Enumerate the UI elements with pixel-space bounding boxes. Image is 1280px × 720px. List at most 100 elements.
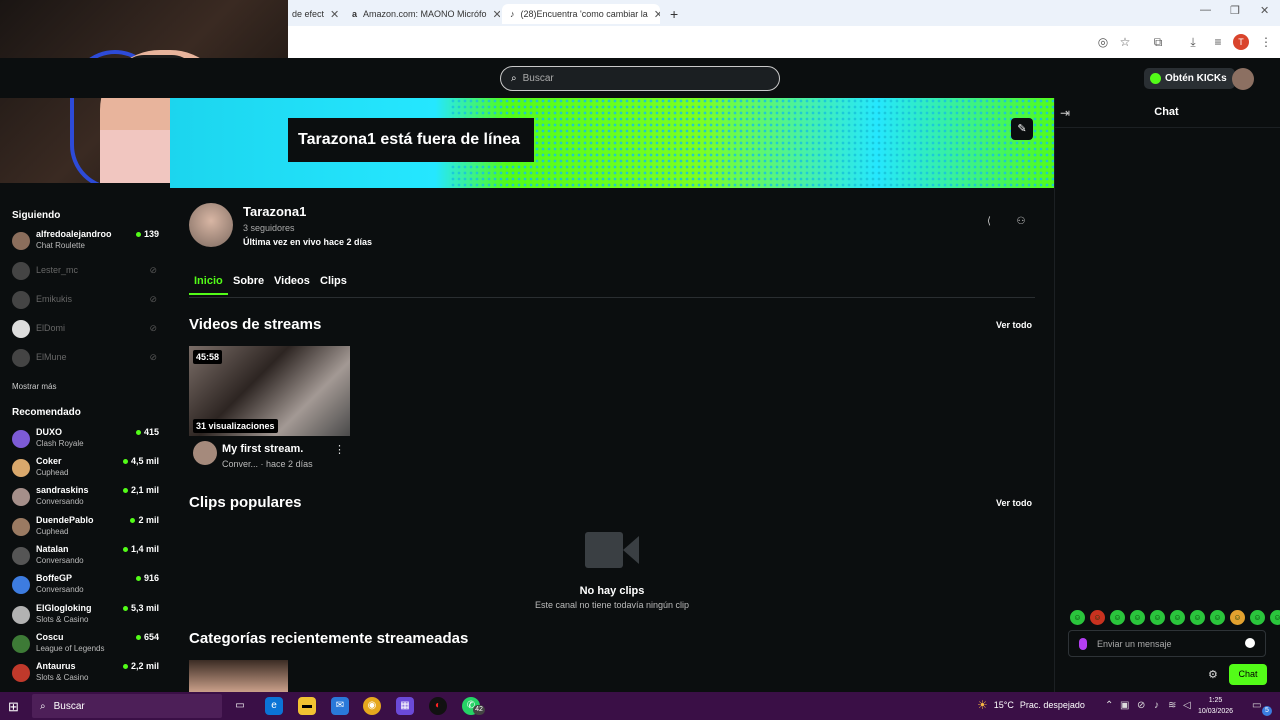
close-icon[interactable]: ✕ <box>654 8 660 21</box>
user-avatar[interactable] <box>1232 68 1254 90</box>
emote-bar: ☺ ☺ ☺ ☺ ☺ ☺ ☺ ☺ ☺ ☺ ☺ <box>1070 610 1280 625</box>
video-title[interactable]: My first stream. <box>222 443 303 455</box>
avatar <box>12 635 30 653</box>
sidebar-item-alfredoalejandroo[interactable]: alfredoalejandroo Chat Roulette 139 <box>12 229 162 255</box>
emote-icon[interactable]: ☺ <box>1130 610 1145 625</box>
viewer-count: 1,4 mil <box>123 544 159 554</box>
channel-name: BoffeGP <box>36 573 72 583</box>
collapse-chat-icon[interactable]: ⇥ <box>1060 106 1070 120</box>
tab-videos[interactable]: Videos <box>269 275 315 293</box>
microphone-icon[interactable] <box>1079 637 1087 650</box>
more-options-icon[interactable]: ⋮ <box>334 443 345 456</box>
clock[interactable]: 1:25 10/03/2026 <box>1198 695 1233 717</box>
star-icon[interactable]: ☆ <box>1117 34 1133 50</box>
kicks-icon <box>1150 73 1161 84</box>
wifi-icon[interactable]: ≋ <box>1168 700 1176 711</box>
chrome-icon[interactable]: ◉ <box>363 697 381 715</box>
obs-icon[interactable]: ◐ <box>429 697 447 715</box>
emoji-icon[interactable] <box>1245 638 1255 648</box>
volume-icon[interactable]: ◁ <box>1183 700 1191 711</box>
emote-icon[interactable]: ☺ <box>1070 610 1085 625</box>
tab-sobre[interactable]: Sobre <box>228 275 269 293</box>
video-time: · hace 2 días <box>260 459 313 469</box>
search-input[interactable]: ⌕ Buscar <box>500 66 780 91</box>
sidebar-item-antaurus[interactable]: Antaurus Slots & Casino 2,2 mil <box>12 661 162 687</box>
new-tab-button[interactable]: + <box>662 4 686 24</box>
video-category[interactable]: Conver... <box>222 459 258 469</box>
profile-avatar-icon[interactable]: T <box>1233 34 1249 50</box>
channel-category: Slots & Casino <box>36 673 89 682</box>
show-more-link[interactable]: Mostrar más <box>12 382 56 391</box>
close-icon[interactable]: ✕ <box>493 8 500 21</box>
sidebar-item-eldomi[interactable]: ElDomi ⊘ <box>12 317 162 343</box>
chevron-up-icon[interactable]: ⌃ <box>1105 700 1113 711</box>
file-explorer-icon[interactable]: ▬ <box>298 697 316 715</box>
edit-banner-button[interactable]: ✎ <box>1011 118 1033 140</box>
minimize-icon[interactable]: — <box>1200 4 1211 16</box>
task-view-icon[interactable]: ▭ <box>231 697 249 715</box>
get-kicks-button[interactable]: Obtén KICKs <box>1144 68 1235 89</box>
close-icon[interactable]: ✕ <box>330 8 339 21</box>
see-all-streams-link[interactable]: Ver todo <box>996 320 1032 330</box>
emote-icon[interactable]: ☺ <box>1090 610 1105 625</box>
download-icon[interactable]: ⤓ <box>1185 34 1201 50</box>
sidebar-item-coscu[interactable]: Coscu League of Legends 654 <box>12 632 162 658</box>
menu-icon[interactable]: ⋮ <box>1258 34 1274 50</box>
tray-app-icon[interactable]: ▣ <box>1120 700 1129 711</box>
sidebar-item-lester[interactable]: Lester_mc ⊘ <box>12 259 162 285</box>
manage-icon[interactable]: ⚇ <box>1015 216 1027 228</box>
gear-icon[interactable]: ⚙ <box>1208 668 1218 681</box>
extensions-icon[interactable]: ⧉ <box>1150 34 1166 50</box>
channel-avatar[interactable] <box>189 203 233 247</box>
microphone-tray-icon[interactable]: ♪ <box>1154 700 1159 711</box>
browser-tab[interactable]: de efect ✕ <box>284 4 348 24</box>
emote-icon[interactable]: ☺ <box>1110 610 1125 625</box>
media-icon[interactable]: ≡ <box>1210 34 1226 50</box>
emote-icon[interactable]: ☺ <box>1150 610 1165 625</box>
sidebar-item-elmune[interactable]: ElMune ⊘ <box>12 346 162 372</box>
share-icon[interactable]: ⟨ <box>983 216 995 228</box>
category-thumbnail[interactable] <box>189 660 288 692</box>
emote-icon[interactable]: ☺ <box>1230 610 1245 625</box>
sidebar-item-sandraskins[interactable]: sandraskins Conversando 2,1 mil <box>12 485 162 511</box>
empty-clips-title: No hay clips <box>579 585 645 597</box>
date: 10/03/2026 <box>1198 708 1234 715</box>
chat-title: Chat <box>1154 106 1179 118</box>
weather-widget[interactable]: ☀ 15°C Prac. despejado <box>977 698 1085 712</box>
emote-icon[interactable]: ☺ <box>1250 610 1265 625</box>
edge-icon[interactable]: e <box>265 697 283 715</box>
mail-icon[interactable]: ✉ <box>331 697 349 715</box>
channel-name: Tarazona1 <box>243 204 307 219</box>
notification-icon[interactable]: ▭ <box>1252 700 1261 711</box>
chat-message-input[interactable]: Enviar un mensaje <box>1068 630 1266 657</box>
emote-icon[interactable]: ☺ <box>1210 610 1225 625</box>
search-icon: ⌕ <box>40 700 46 712</box>
sidebar-item-duendepablo[interactable]: DuendePablo Cuphead 2 mil <box>12 515 162 541</box>
notification-badge: 5 <box>1262 706 1272 716</box>
taskbar-search[interactable]: ⌕ Buscar <box>32 694 222 718</box>
emote-icon[interactable]: ☺ <box>1270 610 1280 625</box>
sidebar-item-coker[interactable]: Coker Cuphead 4,5 mil <box>12 456 162 482</box>
tab-clips[interactable]: Clips <box>315 275 352 293</box>
tab-inicio[interactable]: Inicio <box>189 275 228 295</box>
sidebar-item-emikukis[interactable]: Emikukis ⊘ <box>12 288 162 314</box>
emote-icon[interactable]: ☺ <box>1190 610 1205 625</box>
see-all-clips-link[interactable]: Ver todo <box>996 498 1032 508</box>
emote-icon[interactable]: ☺ <box>1170 610 1185 625</box>
maximize-icon[interactable]: ❐ <box>1230 4 1240 17</box>
browser-tab[interactable]: a Amazon.com: MAONO Micrófo ✕ <box>344 4 500 24</box>
video-views: 31 visualizaciones <box>193 419 278 433</box>
network-icon[interactable]: ⊘ <box>1137 700 1145 711</box>
windows-start-icon[interactable]: ⊞ <box>8 699 19 715</box>
close-window-icon[interactable]: ✕ <box>1260 4 1269 17</box>
sidebar-item-natalan[interactable]: Natalan Conversando 1,4 mil <box>12 544 162 570</box>
channel-name: Coker <box>36 456 62 466</box>
store-icon[interactable]: ▦ <box>396 697 414 715</box>
offline-icon: ⊘ <box>149 352 157 362</box>
chat-send-button[interactable]: Chat <box>1229 664 1267 685</box>
channel-name: DUXO <box>36 427 63 437</box>
eye-off-icon[interactable]: ◎ <box>1095 34 1111 50</box>
sidebar-item-duxo[interactable]: DUXO Clash Royale 415 <box>12 427 162 453</box>
browser-tab-active[interactable]: ♪ (28)Encuentra 'como cambiar la ✕ <box>502 4 660 24</box>
weather-desc: Prac. despejado <box>1019 700 1085 710</box>
